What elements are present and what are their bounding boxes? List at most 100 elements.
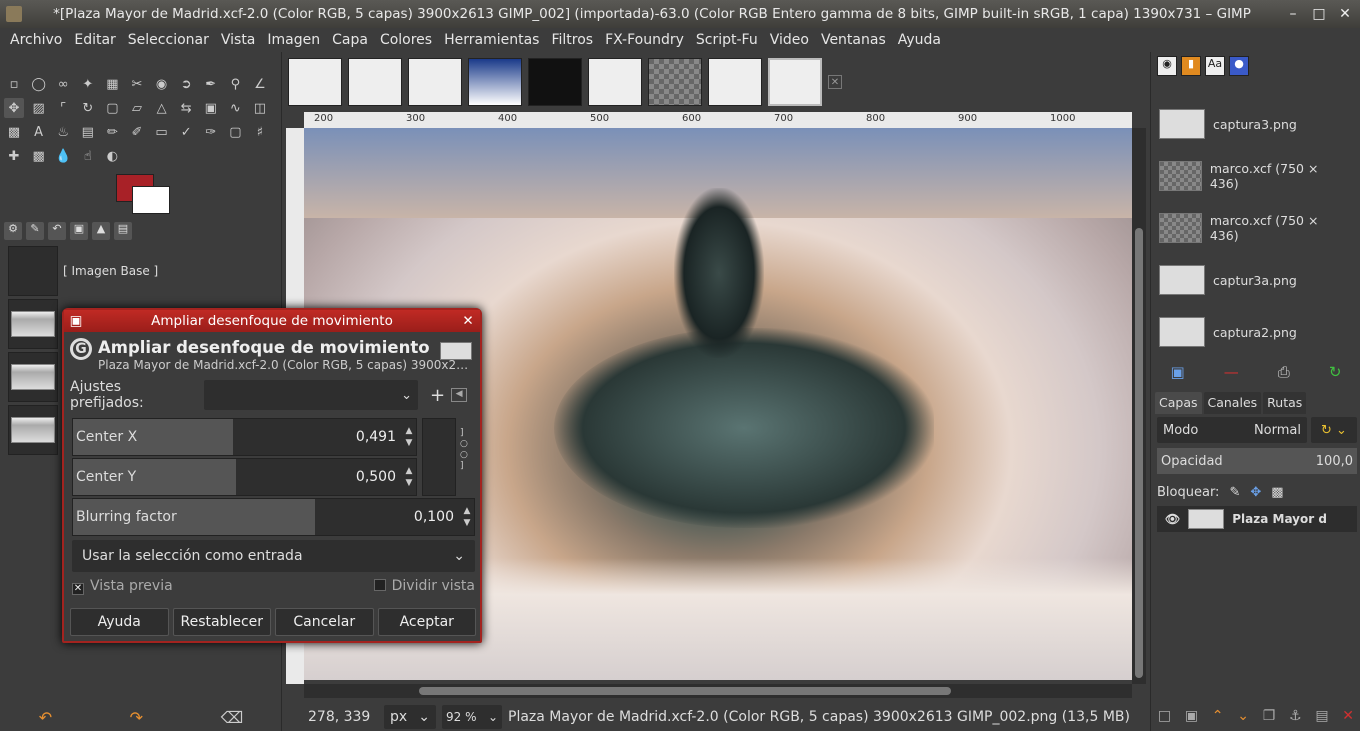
duplicate-layer-icon[interactable]: ❐ [1263,708,1276,724]
clone-icon[interactable]: ♯ [250,122,270,142]
image-tab[interactable] [648,58,702,106]
list-item[interactable]: captur3a.png [1155,254,1341,306]
perspective-icon[interactable]: △ [152,98,172,118]
scissors-icon[interactable]: ✂ [127,74,147,94]
pick-center-button[interactable] [422,418,456,496]
lock-pixels-icon[interactable]: ✎ [1229,485,1240,500]
blurring-factor-spinner[interactable]: Blurring factor 0,100 ▲ ▼ [72,498,475,536]
history-thumb[interactable] [8,405,58,455]
ink-icon[interactable]: ✑ [201,122,221,142]
horizontal-scrollbar[interactable] [304,684,1132,698]
color-picker-icon[interactable]: ✒ [201,74,221,94]
list-item[interactable]: marco.xcf (750 × 436) [1155,202,1341,254]
menu-ayuda[interactable]: Ayuda [898,32,941,48]
cage-icon[interactable]: ▣ [201,98,221,118]
rect-select-icon[interactable]: ▫ [4,74,24,94]
reset-button[interactable]: Restablecer [172,608,271,636]
foreground-select-icon[interactable]: ◉ [152,74,172,94]
paintbrush-icon[interactable]: ✐ [127,122,147,142]
crop-icon[interactable]: ⌜ [53,98,73,118]
merge-layer-icon[interactable]: ▤ [1315,708,1328,724]
gradient-icon[interactable]: ▤ [78,122,98,142]
preview-checkbox[interactable]: ✕ Vista previa [72,578,173,598]
close-icon[interactable]: ✕ [1334,6,1356,22]
redo-icon[interactable]: ↷ [130,708,143,727]
image-tab[interactable] [408,58,462,106]
delete-icon[interactable]: — [1224,363,1239,381]
text-icon[interactable]: A [29,122,49,142]
zoom-icon[interactable]: ⚲ [225,74,245,94]
history-thumb[interactable] [8,352,58,402]
lower-layer-icon[interactable]: ⌄ [1237,708,1249,724]
help-button[interactable]: Ayuda [70,608,169,636]
presets-combo[interactable]: ⌄ [204,380,418,410]
warp-icon[interactable]: ∿ [225,98,245,118]
lasso-icon[interactable]: ∞ [53,74,73,94]
perspective-clone-icon[interactable]: ▩ [29,146,49,166]
bucket-fill-icon[interactable]: ♨ [53,122,73,142]
center-x-spinner[interactable]: Center X 0,491 ▲ ▼ [72,418,417,456]
preset-menu-icon[interactable]: ◀ [451,388,468,402]
new-layer-icon[interactable]: □ [1158,708,1171,724]
document-history-tab-icon[interactable]: ▤ [114,222,132,240]
image-tab[interactable] [588,58,642,106]
history-thumb[interactable] [8,299,58,349]
image-tab[interactable] [348,58,402,106]
list-item[interactable]: captura2.png [1155,306,1341,348]
blur-icon[interactable]: 💧 [53,146,73,166]
image-tab-active[interactable] [768,58,822,106]
fuzzy-select-icon[interactable]: ✦ [78,74,98,94]
undo-history-tab-icon[interactable]: ↶ [48,222,66,240]
image-tab[interactable] [468,58,522,106]
align-icon[interactable]: ▨ [29,98,49,118]
menu-vista[interactable]: Vista [221,32,256,48]
flip-icon[interactable]: ⇆ [176,98,196,118]
airbrush-icon[interactable]: ✓ [176,122,196,142]
rotate-icon[interactable]: ↻ [78,98,98,118]
maximize-icon[interactable]: □ [1308,6,1330,22]
refresh-icon[interactable]: ↻ [1329,363,1342,381]
measure-icon[interactable]: ∠ [250,74,270,94]
split-view-checkbox[interactable]: Dividir vista [373,578,475,598]
menu-archivo[interactable]: Archivo [10,32,62,48]
menu-fx-foundry[interactable]: FX-Foundry [605,32,684,48]
image-tab[interactable] [708,58,762,106]
lock-alpha-icon[interactable]: ▩ [1271,485,1283,500]
eye-icon[interactable]: 👁 [1165,512,1180,526]
menu-capa[interactable]: Capa [332,32,368,48]
brushes-tab-icon[interactable]: ▲ [92,222,110,240]
spin-arrows-icon[interactable]: ▲ ▼ [402,465,416,489]
lock-position-icon[interactable]: ✥ [1250,485,1261,500]
undo-icon[interactable]: ↶ [39,708,52,727]
add-preset-icon[interactable]: + [430,385,445,406]
layer-mode-select[interactable]: Modo Normal [1157,417,1307,443]
zoom-selector[interactable]: 92 % ⌄ [442,704,502,729]
shear-icon[interactable]: ▱ [127,98,147,118]
pencil-icon[interactable]: ✏ [102,122,122,142]
print-icon[interactable]: ⎙ [1278,363,1290,381]
brushes-tab-icon[interactable]: ◉ [1157,56,1177,76]
menu-editar[interactable]: Editar [74,32,115,48]
cancel-button[interactable]: Cancelar [275,608,374,636]
images-tab-icon[interactable]: ● [1229,56,1249,76]
center-y-spinner[interactable]: Center Y 0,500 ▲ ▼ [72,458,417,496]
list-item[interactable]: captura3.png [1155,98,1341,150]
move-icon[interactable]: ✥ [4,98,24,118]
mypaint-brush-icon[interactable]: ▢ [225,122,245,142]
menu-ventanas[interactable]: Ventanas [821,32,886,48]
menu-filtros[interactable]: Filtros [551,32,593,48]
open-image-icon[interactable]: ▣ [1171,363,1185,381]
tool-options-tab-icon[interactable]: ⚙ [4,222,22,240]
composite-mode-button[interactable]: ↻ ⌄ [1311,417,1357,443]
close-tab-icon[interactable]: ✕ [828,75,842,89]
eraser-icon[interactable]: ▭ [152,122,172,142]
anchor-icon[interactable]: ⚓ [1289,708,1302,724]
minimize-icon[interactable]: – [1282,6,1304,22]
image-tab[interactable] [288,58,342,106]
history-thumb-base[interactable] [8,246,58,296]
menu-video[interactable]: Video [770,32,809,48]
tab-capas[interactable]: Capas [1155,392,1202,414]
menu-colores[interactable]: Colores [380,32,432,48]
smudge-icon[interactable]: ☝ [78,146,98,166]
menu-seleccionar[interactable]: Seleccionar [128,32,209,48]
